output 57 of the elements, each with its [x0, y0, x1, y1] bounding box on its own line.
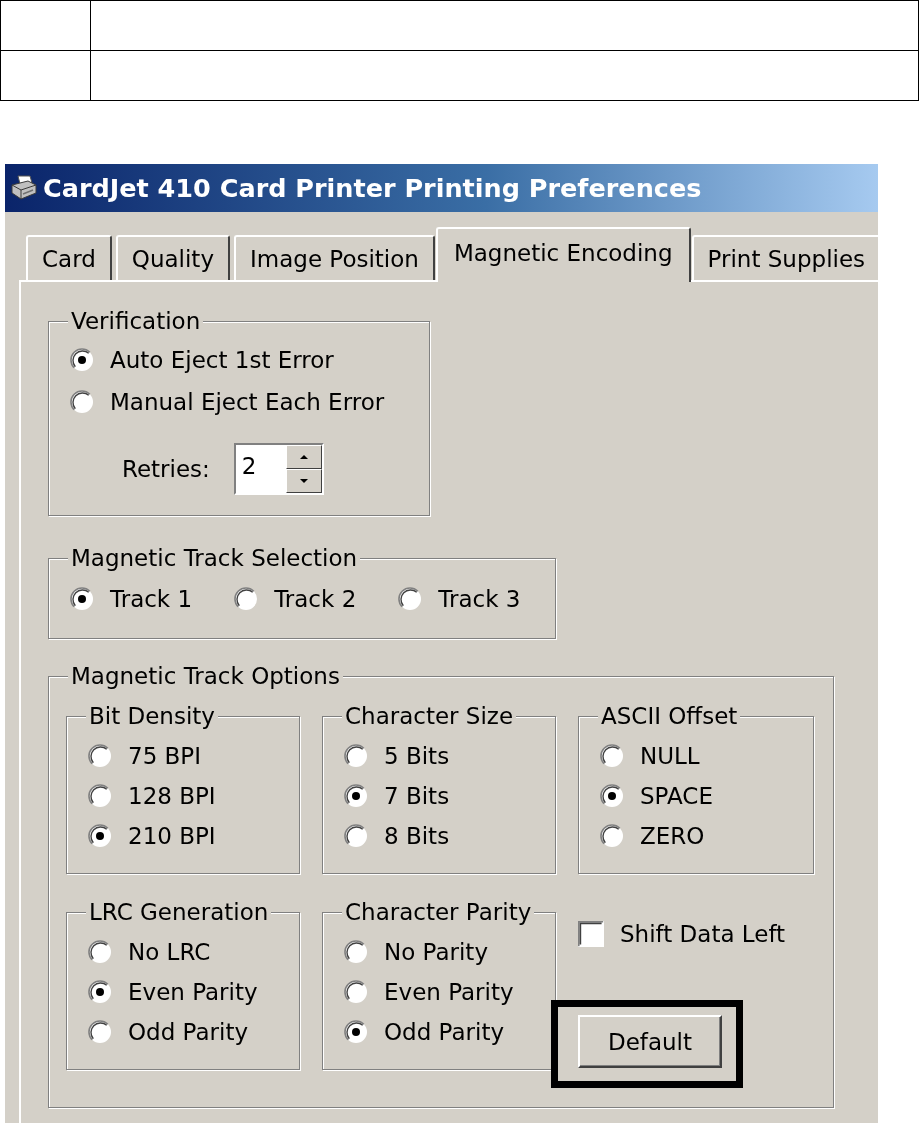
radio-option[interactable]: Even Parity — [344, 972, 555, 1012]
radio-option[interactable]: ZERO — [600, 816, 813, 856]
radio-option[interactable]: Track 2 — [234, 586, 357, 612]
tab[interactable]: Magnetic Encoding — [435, 227, 691, 282]
radio-icon[interactable] — [88, 1020, 112, 1044]
radio-icon[interactable] — [344, 784, 368, 808]
printer-icon — [11, 175, 37, 201]
tab[interactable]: Card — [26, 235, 112, 280]
radio-icon[interactable] — [70, 390, 94, 414]
radio-option[interactable]: 128 BPI — [88, 776, 299, 816]
radio-option[interactable]: Manual Eject Each Error — [70, 381, 429, 423]
spin-box[interactable]: 2 — [233, 443, 324, 495]
radio-icon[interactable] — [344, 980, 368, 1004]
radio-option[interactable]: 5 Bits — [344, 736, 555, 776]
radio-icon[interactable] — [88, 940, 112, 964]
radio-option[interactable]: 75 BPI — [88, 736, 299, 776]
radio-icon[interactable] — [344, 1020, 368, 1044]
spin-down-button[interactable] — [285, 469, 322, 493]
number-field[interactable]: 2 — [235, 445, 286, 493]
radio-icon[interactable] — [88, 824, 112, 848]
radio-option[interactable]: Track 1 — [70, 586, 193, 612]
radio-option[interactable]: Odd Parity — [88, 1012, 299, 1052]
radio-option[interactable]: Track 3 — [398, 586, 521, 612]
radio-option[interactable]: SPACE — [600, 776, 813, 816]
radio-icon[interactable] — [344, 940, 368, 964]
radio-icon[interactable] — [88, 744, 112, 768]
radio-option[interactable]: Odd Parity — [344, 1012, 555, 1052]
radio-option[interactable]: No LRC — [88, 932, 299, 972]
window-title: CardJet 410 Card Printer Printing Preferences — [43, 173, 702, 203]
radio-icon[interactable] — [600, 784, 624, 808]
retries-label: Retries: — [122, 456, 210, 482]
radio-icon[interactable] — [70, 348, 94, 372]
radio-option[interactable]: Auto Eject 1st Error — [70, 339, 429, 381]
down-arrow-icon — [299, 479, 308, 483]
radio-icon[interactable] — [88, 784, 112, 808]
radio-icon[interactable] — [234, 587, 259, 611]
spin-up-button[interactable] — [285, 445, 322, 469]
tab[interactable]: Quality — [115, 235, 230, 280]
checkbox-icon[interactable] — [578, 921, 604, 947]
radio-icon[interactable] — [398, 587, 423, 611]
up-arrow-icon — [299, 455, 308, 459]
tab[interactable]: Print Supplies — [691, 235, 878, 280]
radio-option[interactable]: 8 Bits — [344, 816, 555, 856]
radio-option[interactable]: NULL — [600, 736, 813, 776]
checkbox-option[interactable]: Shift Data Left — [578, 920, 814, 948]
radio-icon[interactable] — [344, 744, 368, 768]
radio-option[interactable]: 7 Bits — [344, 776, 555, 816]
radio-icon[interactable] — [70, 587, 94, 611]
radio-option[interactable]: 210 BPI — [88, 816, 299, 856]
tab[interactable]: Image Position — [234, 235, 435, 280]
radio-icon[interactable] — [344, 824, 368, 848]
default-button[interactable]: Default — [578, 1015, 722, 1068]
radio-icon[interactable] — [600, 744, 624, 768]
radio-icon[interactable] — [600, 824, 624, 848]
radio-icon[interactable] — [88, 980, 112, 1004]
radio-option[interactable]: No Parity — [344, 932, 555, 972]
radio-option[interactable]: Even Parity — [88, 972, 299, 1012]
